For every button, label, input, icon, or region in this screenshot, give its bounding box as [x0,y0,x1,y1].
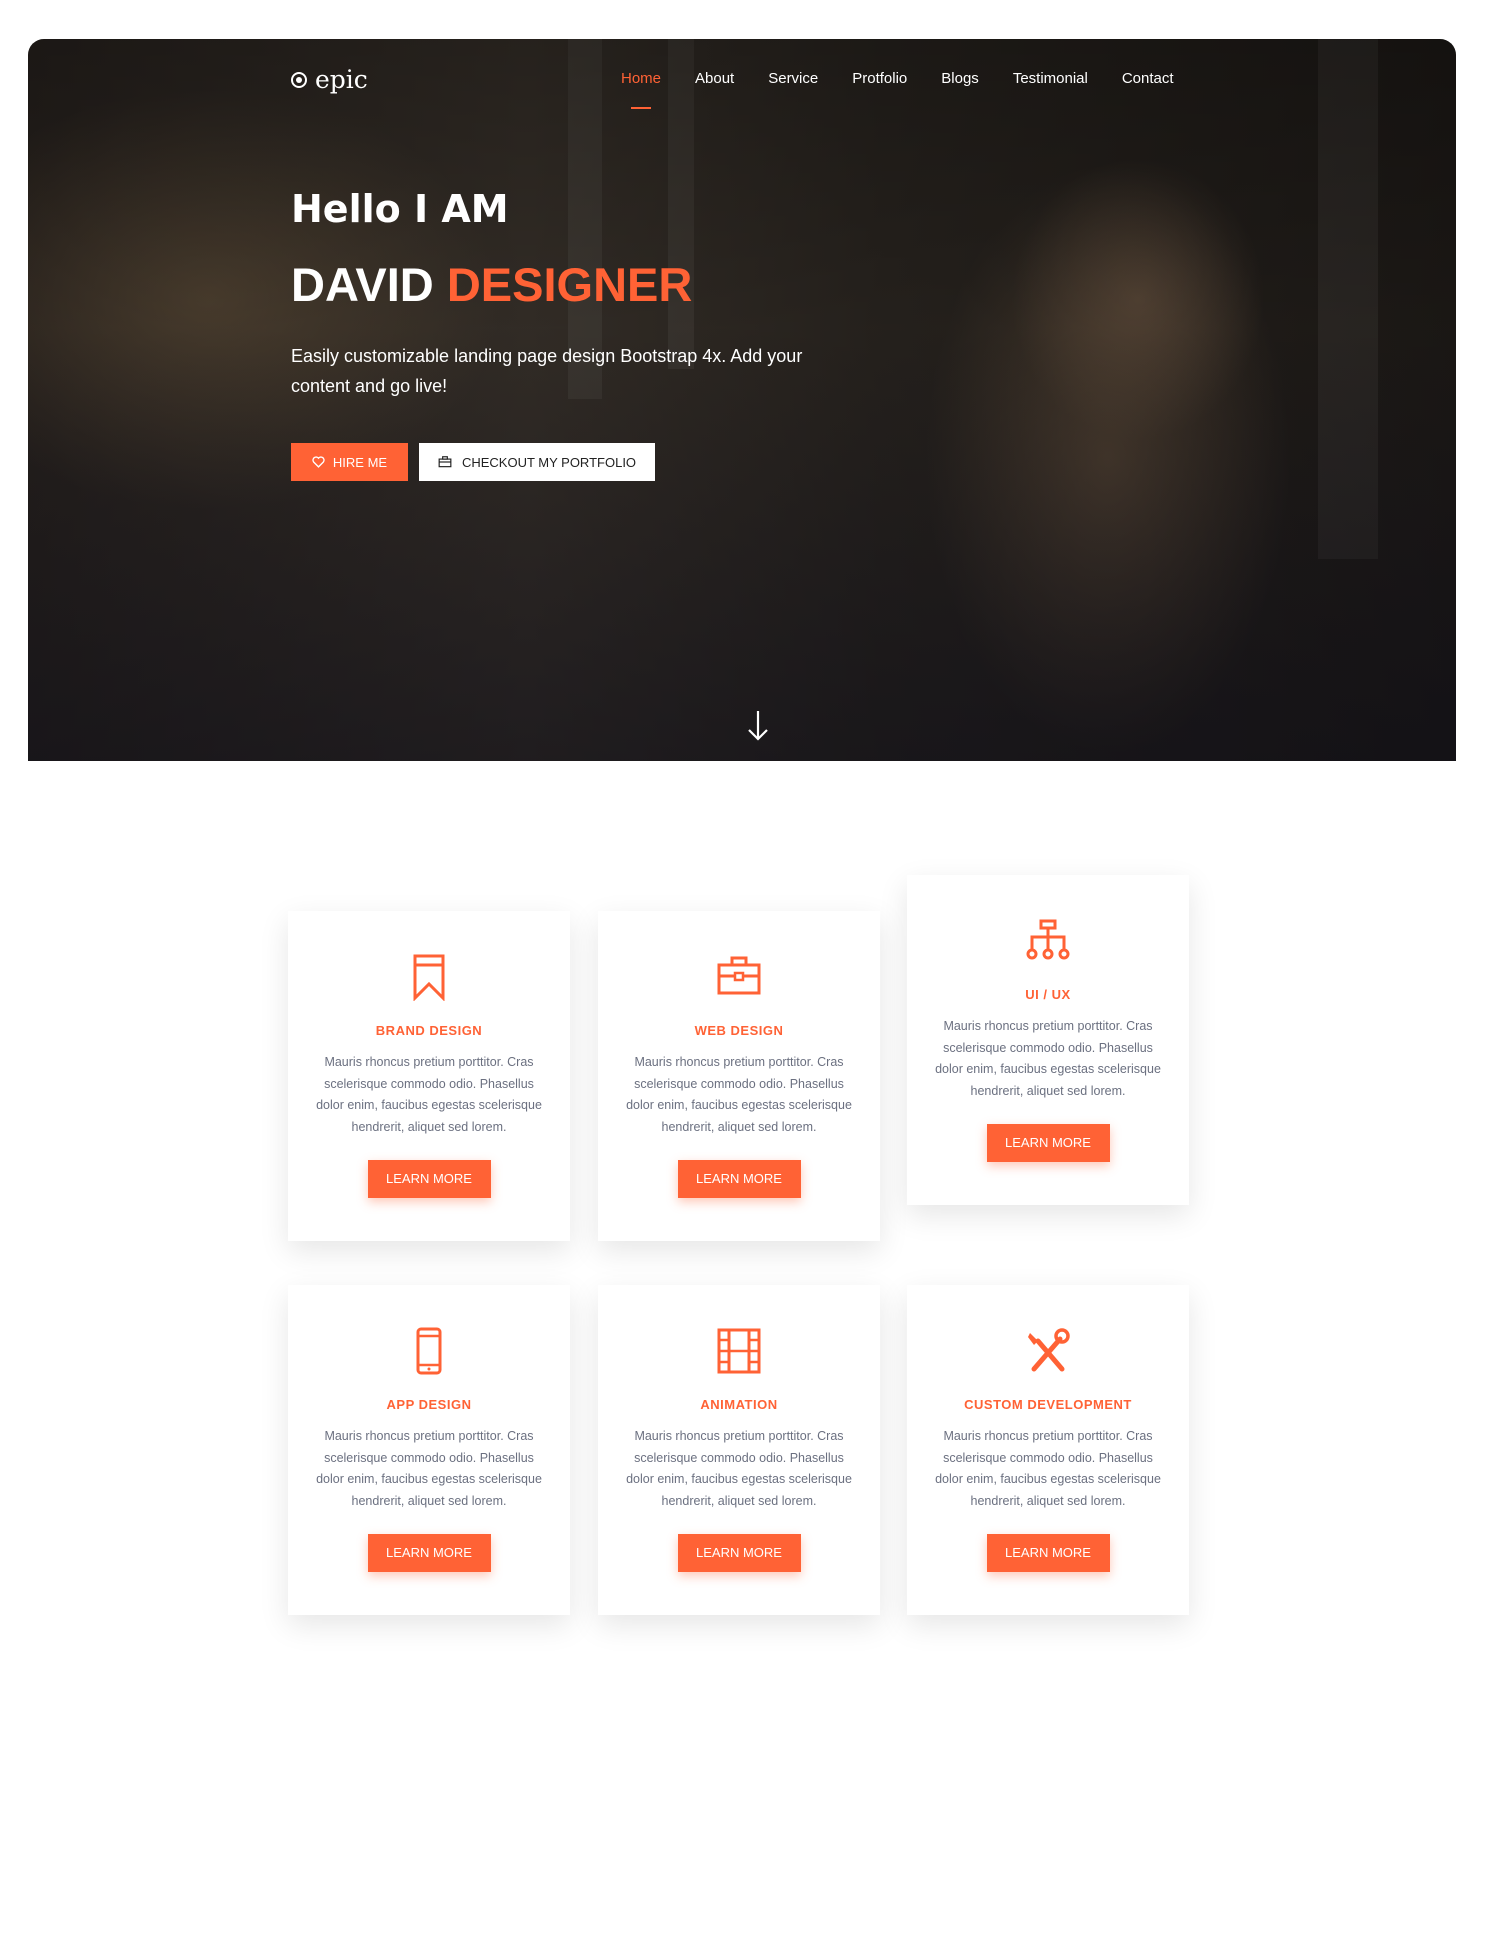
portfolio-label: CHECKOUT MY PORTFOLIO [461,454,637,470]
hire-me-label: HIRE ME [332,454,388,470]
service-title: APP DESIGN [386,1397,472,1412]
service-text: Mauris rhoncus pretium porttitor. Cras s… [935,1429,1161,1508]
learn-more-button[interactable]: LEARN MORE [986,1124,1110,1162]
service-text: Mauris rhoncus pretium porttitor. Cras s… [316,1055,542,1134]
mobile-icon [416,1327,442,1375]
service-title: UI / UX [1025,987,1071,1002]
nav-home[interactable]: Home [604,69,678,109]
learn-more-button[interactable]: LEARN MORE [367,1534,491,1572]
main-nav: Home About Service Protfolio Blogs Testi… [604,69,1191,109]
sitemap-icon [1026,919,1070,960]
service-text: Mauris rhoncus pretium porttitor. Cras s… [935,1019,1161,1098]
site-logo[interactable]: epic [291,65,368,94]
hero-name-first: DAVID [291,258,434,311]
service-card-animation: ANIMATION Mauris rhoncus pretium porttit… [598,1285,880,1615]
service-card-brand-design: BRAND DESIGN Mauris rhoncus pretium port… [288,911,570,1241]
learn-more-button[interactable]: LEARN MORE [986,1534,1110,1572]
heart-icon [312,456,325,468]
hire-me-button[interactable]: HIRE ME [291,443,408,481]
nav-testimonial[interactable]: Testimonial [996,69,1105,109]
hero-name: DAVID DESIGNER [291,257,692,312]
hero-name-accent: DESIGNER [446,258,693,311]
learn-more-button[interactable]: LEARN MORE [367,1160,491,1198]
service-title: BRAND DESIGN [375,1023,483,1038]
logo-mark-icon [291,71,307,88]
briefcase-icon [438,456,452,468]
nav-service[interactable]: Service [751,69,835,109]
service-card-web-design: WEB DESIGN Mauris rhoncus pretium portti… [598,911,880,1241]
service-card-app-design: APP DESIGN Mauris rhoncus pretium portti… [288,1285,570,1615]
hero-section: epic Home About Service Protfolio Blogs … [28,39,1456,761]
service-card-custom-development: CUSTOM DEVELOPMENT Mauris rhoncus pretiu… [907,1285,1189,1615]
arrow-down-icon[interactable] [746,709,770,743]
logo-text: epic [315,65,368,94]
nav-about[interactable]: About [678,69,751,109]
service-text: Mauris rhoncus pretium porttitor. Cras s… [316,1429,542,1508]
tools-icon [1028,1328,1070,1372]
film-icon [717,1328,761,1374]
service-card-ui-ux: UI / UX Mauris rhoncus pretium porttitor… [907,875,1189,1205]
service-text: Mauris rhoncus pretium porttitor. Cras s… [626,1429,852,1508]
service-title: CUSTOM DEVELOPMENT [964,1397,1132,1412]
hero-greeting: Hello I AM [291,187,509,231]
nav-contact[interactable]: Contact [1105,69,1191,109]
hero-intro: Easily customizable landing page design … [291,346,803,396]
briefcase-icon [717,956,761,995]
service-text: Mauris rhoncus pretium porttitor. Cras s… [626,1055,852,1134]
bookmark-icon [413,954,445,1001]
learn-more-button[interactable]: LEARN MORE [677,1534,801,1572]
portfolio-button[interactable]: CHECKOUT MY PORTFOLIO [419,443,655,481]
nav-portfolio[interactable]: Protfolio [835,69,924,109]
service-title: ANIMATION [700,1397,778,1412]
service-title: WEB DESIGN [694,1023,784,1038]
learn-more-button[interactable]: LEARN MORE [677,1160,801,1198]
nav-blogs[interactable]: Blogs [924,69,996,109]
